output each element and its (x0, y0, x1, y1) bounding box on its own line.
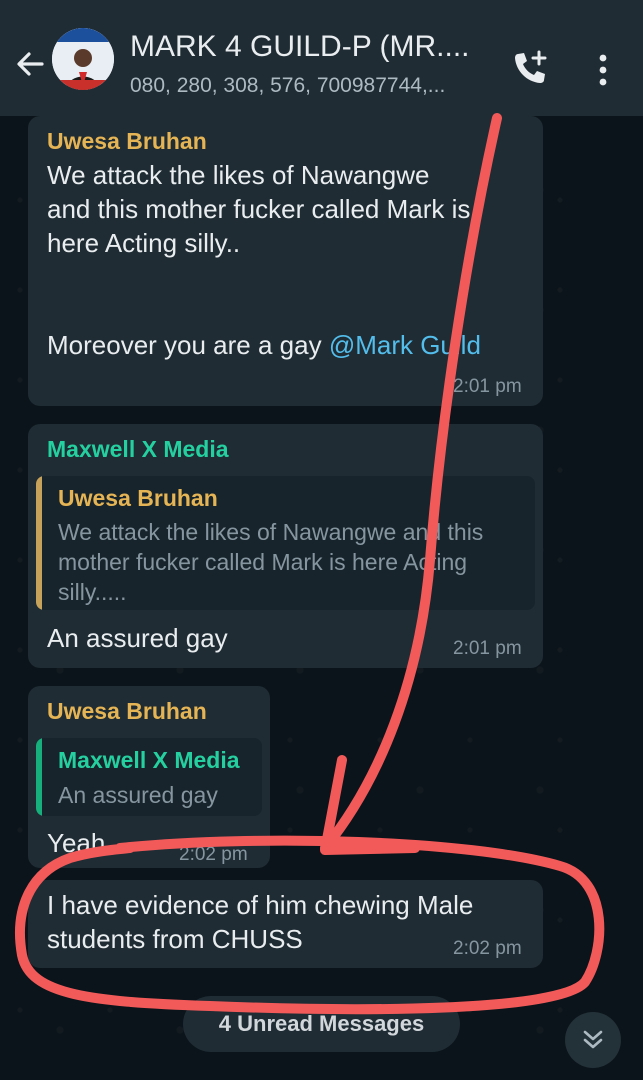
message-text-line: students from CHUSS (47, 924, 303, 954)
quoted-message[interactable]: Maxwell X Media An assured gay (36, 738, 262, 816)
message-text-line: and this mother fucker called Mark is (47, 194, 471, 224)
message-bubble[interactable]: I have evidence of him chewing Male stud… (28, 880, 543, 968)
unread-messages-banner[interactable]: 4 Unread Messages (183, 996, 460, 1052)
chat-header[interactable]: MARK 4 GUILD-P (MR.... 080, 280, 308, 57… (0, 8, 643, 116)
avatar-image (52, 28, 114, 90)
message-time: 2:01 pm (453, 638, 522, 659)
quoted-text-line: mother fucker called Mark is here Acting (58, 549, 468, 575)
message-sender[interactable]: Uwesa Bruhan (47, 698, 207, 725)
double-chevron-down-icon (583, 1030, 603, 1049)
chat-title[interactable]: MARK 4 GUILD-P (MR.... (130, 30, 480, 64)
message-text-line: I have evidence of him chewing Male (47, 890, 474, 920)
back-arrow-icon[interactable] (12, 46, 48, 82)
quoted-message[interactable]: Uwesa Bruhan We attack the likes of Nawa… (36, 476, 535, 610)
quote-accent-bar (36, 738, 42, 816)
message-time: 2:02 pm (453, 938, 522, 959)
message-bubble[interactable]: Uwesa Bruhan Maxwell X Media An assured … (28, 686, 270, 868)
quoted-text-line: silly..... (58, 579, 127, 605)
chat-participants[interactable]: 080, 280, 308, 576, 700987744,... (130, 74, 475, 98)
status-bar (0, 0, 643, 8)
quoted-sender: Maxwell X Media (58, 747, 240, 773)
message-text-line: here Acting silly.. (47, 228, 241, 258)
group-avatar[interactable] (52, 28, 114, 90)
quoted-text-line: An assured gay (58, 782, 218, 808)
message-text: Yeah (47, 828, 106, 858)
mention-link[interactable]: @Mark Guild (329, 330, 481, 360)
message-text-fragment: Moreover you are a gay (47, 330, 329, 360)
scroll-to-bottom-button[interactable] (565, 1012, 621, 1068)
message-text: An assured gay (47, 623, 228, 653)
quoted-sender: Uwesa Bruhan (58, 485, 218, 511)
message-text-line: We attack the likes of Nawangwe (47, 160, 430, 190)
message-sender[interactable]: Uwesa Bruhan (47, 128, 207, 155)
message-time: 2:01 pm (453, 376, 522, 397)
message-bubble[interactable]: Uwesa Bruhan We attack the likes of Nawa… (28, 116, 543, 406)
quoted-text-line: We attack the likes of Nawangwe and this (58, 519, 484, 545)
add-call-icon[interactable] (510, 48, 550, 88)
more-options-icon[interactable] (592, 50, 614, 90)
message-bubble[interactable]: Maxwell X Media Uwesa Bruhan We attack t… (28, 424, 543, 668)
quote-accent-bar (36, 476, 42, 610)
message-time: 2:02 pm (179, 844, 248, 865)
message-text-line: Moreover you are a gay @Mark Guild (47, 328, 481, 362)
message-sender[interactable]: Maxwell X Media (47, 436, 229, 463)
